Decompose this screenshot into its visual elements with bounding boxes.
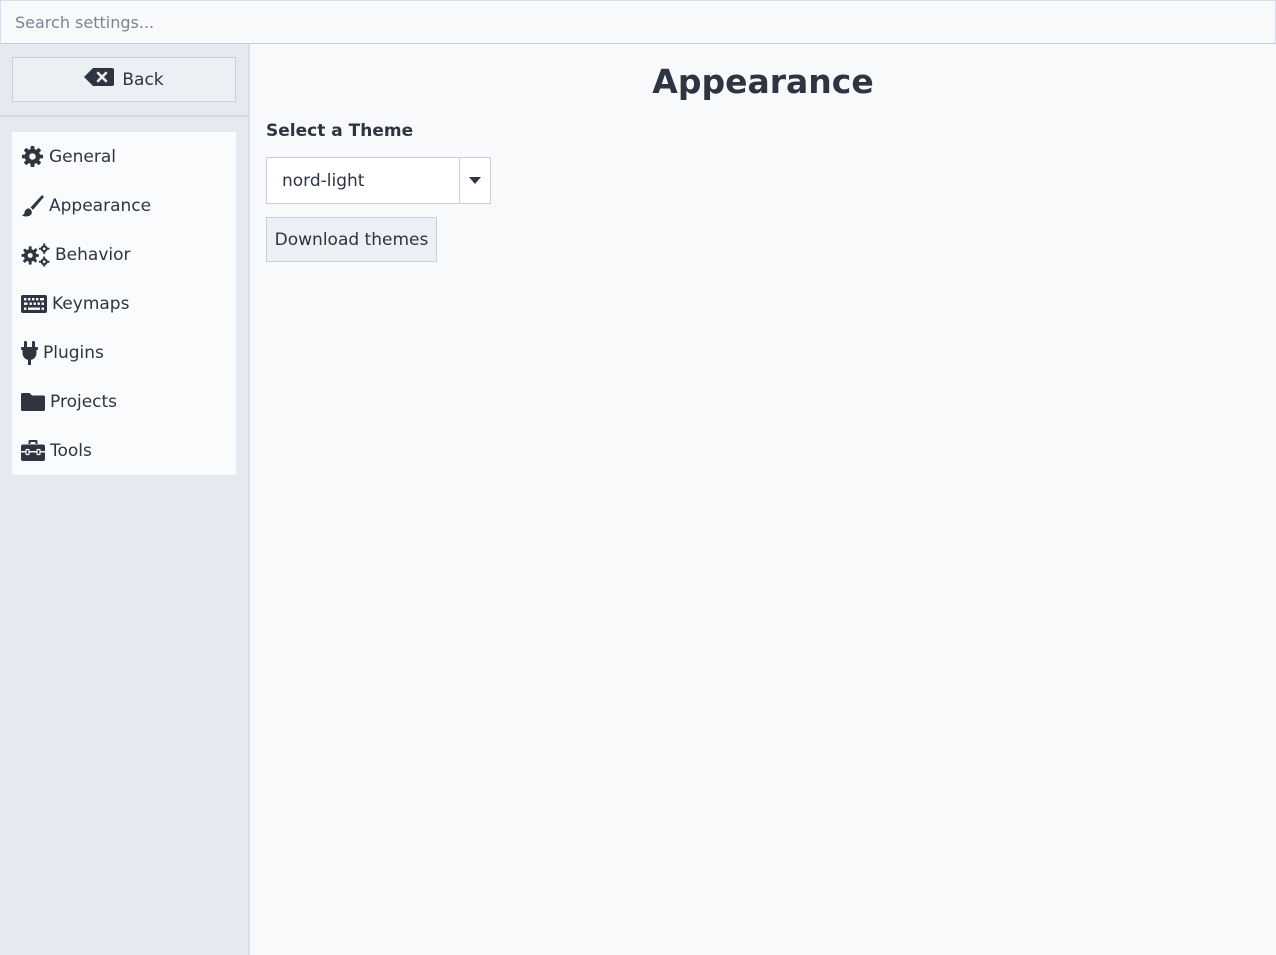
plug-icon	[21, 340, 38, 365]
search-input[interactable]	[1, 1, 1275, 43]
search-bar	[0, 0, 1276, 44]
sidebar-item-projects[interactable]: Projects	[12, 377, 236, 426]
sidebar-item-label: General	[49, 146, 116, 167]
sidebar-item-label: Keymaps	[52, 293, 130, 314]
download-themes-button[interactable]: Download themes	[266, 217, 437, 262]
back-button[interactable]: Back	[12, 57, 236, 102]
sidebar-item-tools[interactable]: Tools	[12, 426, 236, 475]
back-label: Back	[122, 69, 164, 90]
sidebar-item-general[interactable]: General	[12, 132, 236, 181]
sidebar-item-label: Appearance	[49, 195, 152, 216]
sidebar-item-behavior[interactable]: Behavior	[12, 230, 236, 279]
gears-icon	[21, 242, 50, 267]
sidebar-item-keymaps[interactable]: Keymaps	[12, 279, 236, 328]
keyboard-icon	[21, 294, 47, 313]
sidebar-item-plugins[interactable]: Plugins	[12, 328, 236, 377]
dropdown-arrow-icon[interactable]	[459, 158, 490, 203]
theme-section-label: Select a Theme	[266, 121, 414, 141]
page-title: Appearance	[652, 62, 874, 101]
sidebar-item-label: Projects	[50, 391, 118, 412]
paintbrush-icon	[21, 194, 44, 217]
folder-icon	[21, 392, 45, 412]
settings-nav: General Appearance Behavior Keymaps Plug…	[12, 132, 236, 475]
sidebar-item-label: Plugins	[43, 342, 104, 363]
backspace-icon	[84, 68, 115, 91]
sidebar-divider	[0, 115, 248, 117]
settings-panel: Appearance Select a Theme nord-light Dow…	[250, 44, 1276, 955]
theme-select[interactable]: nord-light	[266, 157, 491, 204]
theme-select-value: nord-light	[282, 170, 365, 191]
sidebar: Back General Appearance Behavior Keymaps…	[0, 44, 250, 955]
sidebar-item-label: Behavior	[55, 244, 131, 265]
sidebar-item-label: Tools	[50, 440, 92, 461]
gear-icon	[21, 145, 44, 168]
sidebar-item-appearance[interactable]: Appearance	[12, 181, 236, 230]
toolbox-icon	[21, 440, 45, 461]
